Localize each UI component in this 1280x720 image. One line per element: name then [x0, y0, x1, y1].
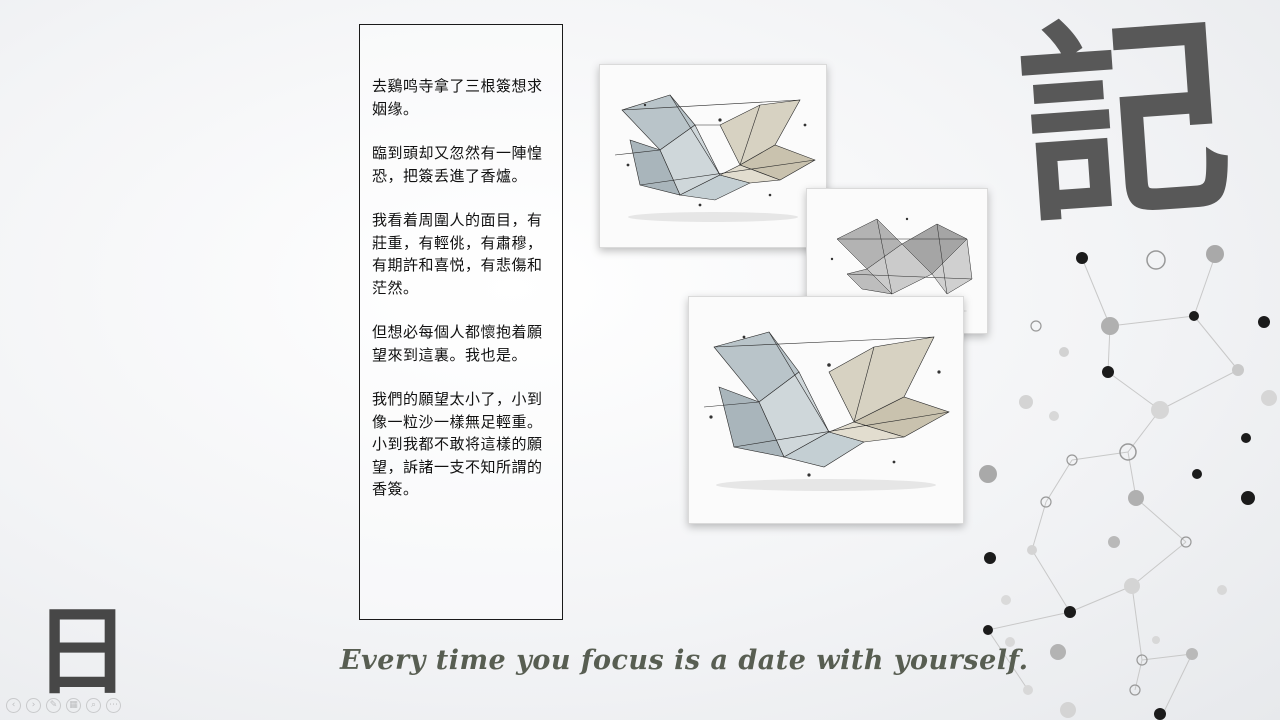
lowpoly-image-3: [688, 296, 964, 524]
calligraphy-ri: 日: [34, 595, 130, 708]
poem-paragraph: 臨到頭却又忽然有一陣惶恐，把簽丢進了香爐。: [372, 144, 543, 185]
prev-icon[interactable]: ‹: [6, 698, 21, 713]
tagline-text: Every time you focus is a date with your…: [340, 645, 1029, 676]
lowpoly-image-1: [599, 64, 827, 248]
poem-paragraph: 我看着周圍人的面目，有莊重，有輕佻，有肅穆，有期許和喜悦，有悲傷和茫然。: [372, 211, 543, 297]
slides-icon[interactable]: ▦: [66, 698, 81, 713]
poem-paragraph: 去鷄鸣寺拿了三根簽想求姻缘。: [372, 77, 543, 118]
slide-canvas: 去鷄鸣寺拿了三根簽想求姻缘。 臨到頭却又忽然有一陣惶恐，把簽丢進了香爐。 我看着…: [0, 0, 1280, 720]
poem-paragraph: 但想必每個人都懷抱着願望來到這裏。我也是。: [372, 323, 543, 364]
zoom-icon[interactable]: ⌕: [86, 698, 101, 713]
slideshow-toolbar: ‹ › ✎ ▦ ⌕ ⋯: [6, 698, 121, 716]
poem-text-box: 去鷄鸣寺拿了三根簽想求姻缘。 臨到頭却又忽然有一陣惶恐，把簽丢進了香爐。 我看着…: [359, 24, 563, 620]
next-icon[interactable]: ›: [26, 698, 41, 713]
calligraphy-ji: 記: [1011, 0, 1239, 254]
more-icon[interactable]: ⋯: [106, 698, 121, 713]
poem-paragraph: 我們的願望太小了，小到像一粒沙一樣無足輕重。小到我都不敢将這樣的願望，訴諸一支不…: [372, 390, 543, 498]
poem-text: 去鷄鸣寺拿了三根簽想求姻缘。 臨到頭却又忽然有一陣惶恐，把簽丢進了香爐。 我看着…: [372, 75, 552, 523]
pen-icon[interactable]: ✎: [46, 698, 61, 713]
